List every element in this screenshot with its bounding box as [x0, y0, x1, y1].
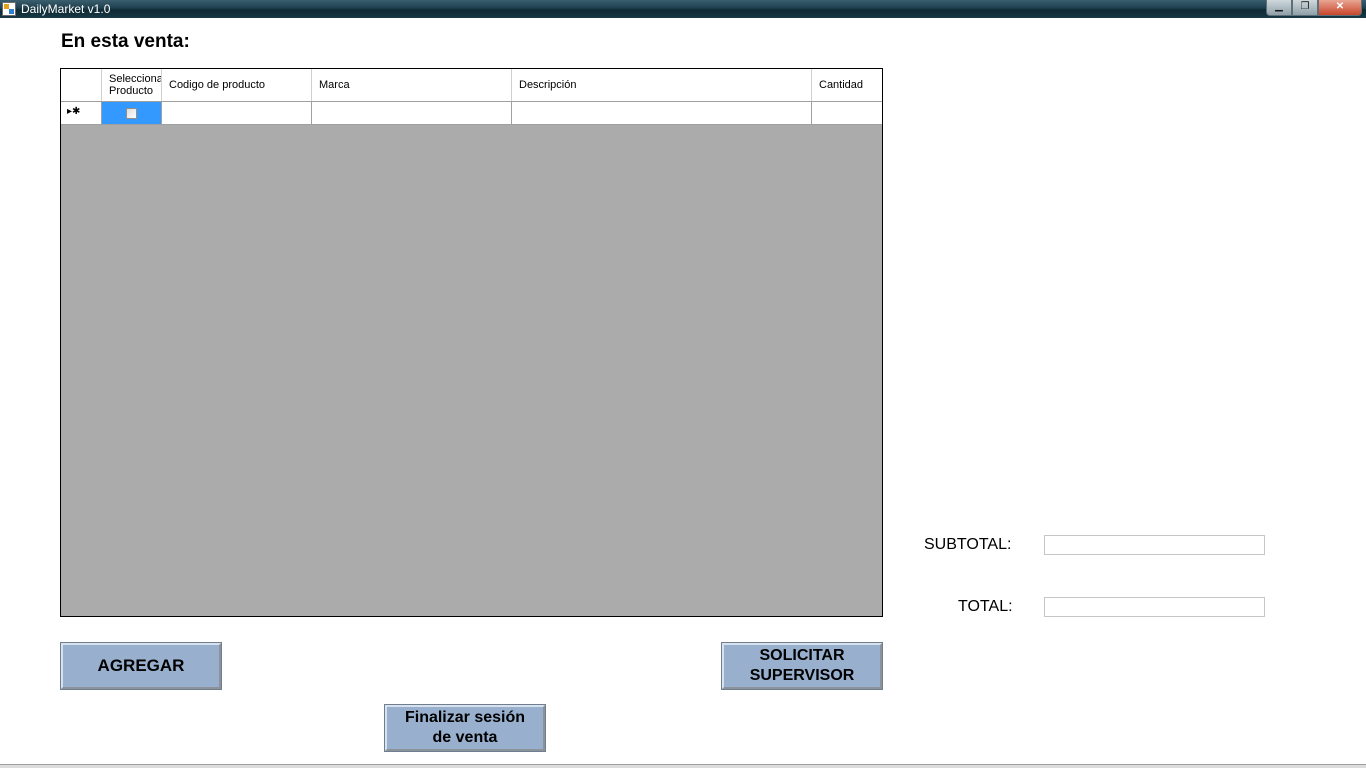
minimize-button[interactable]: ▁	[1266, 0, 1292, 16]
sale-items-grid[interactable]: Selecciona Producto Codigo de producto M…	[60, 68, 883, 617]
page-title: En esta venta:	[61, 31, 190, 52]
column-header-selecciona[interactable]: Selecciona Producto	[102, 69, 162, 101]
window-title: DailyMarket v1.0	[21, 2, 111, 16]
select-product-checkbox[interactable]	[126, 108, 137, 119]
cantidad-cell[interactable]	[812, 102, 882, 124]
total-field[interactable]	[1044, 597, 1265, 617]
column-header-marca[interactable]: Marca	[312, 69, 512, 101]
row-header-corner	[61, 69, 102, 101]
window-bottom-border	[0, 764, 1366, 768]
window-controls: ▁ ❐ ✕	[1266, 0, 1362, 16]
descripcion-cell[interactable]	[512, 102, 812, 124]
column-header-codigo[interactable]: Codigo de producto	[162, 69, 312, 101]
grid-header: Selecciona Producto Codigo de producto M…	[61, 69, 882, 102]
subtotal-field[interactable]	[1044, 535, 1265, 555]
close-button[interactable]: ✕	[1318, 0, 1362, 16]
column-header-cantidad[interactable]: Cantidad	[812, 69, 882, 101]
marca-cell[interactable]	[312, 102, 512, 124]
row-header[interactable]: ▸✱	[61, 102, 102, 124]
column-header-descripcion[interactable]: Descripción	[512, 69, 812, 101]
select-product-cell[interactable]	[102, 102, 162, 124]
subtotal-label: SUBTOTAL:	[924, 536, 1012, 553]
finalizar-sesion-button[interactable]: Finalizar sesión de venta	[385, 705, 545, 751]
app-icon[interactable]	[2, 2, 16, 16]
table-row[interactable]: ▸✱	[61, 102, 882, 125]
codigo-cell[interactable]	[162, 102, 312, 124]
title-bar: DailyMarket v1.0 ▁ ❐ ✕	[0, 0, 1366, 18]
total-label: TOTAL:	[958, 598, 1013, 615]
new-row-icon: ▸✱	[67, 106, 81, 117]
solicitar-supervisor-button[interactable]: SOLICITAR SUPERVISOR	[722, 643, 882, 689]
agregar-button[interactable]: AGREGAR	[61, 643, 221, 689]
maximize-button[interactable]: ❐	[1292, 0, 1318, 16]
